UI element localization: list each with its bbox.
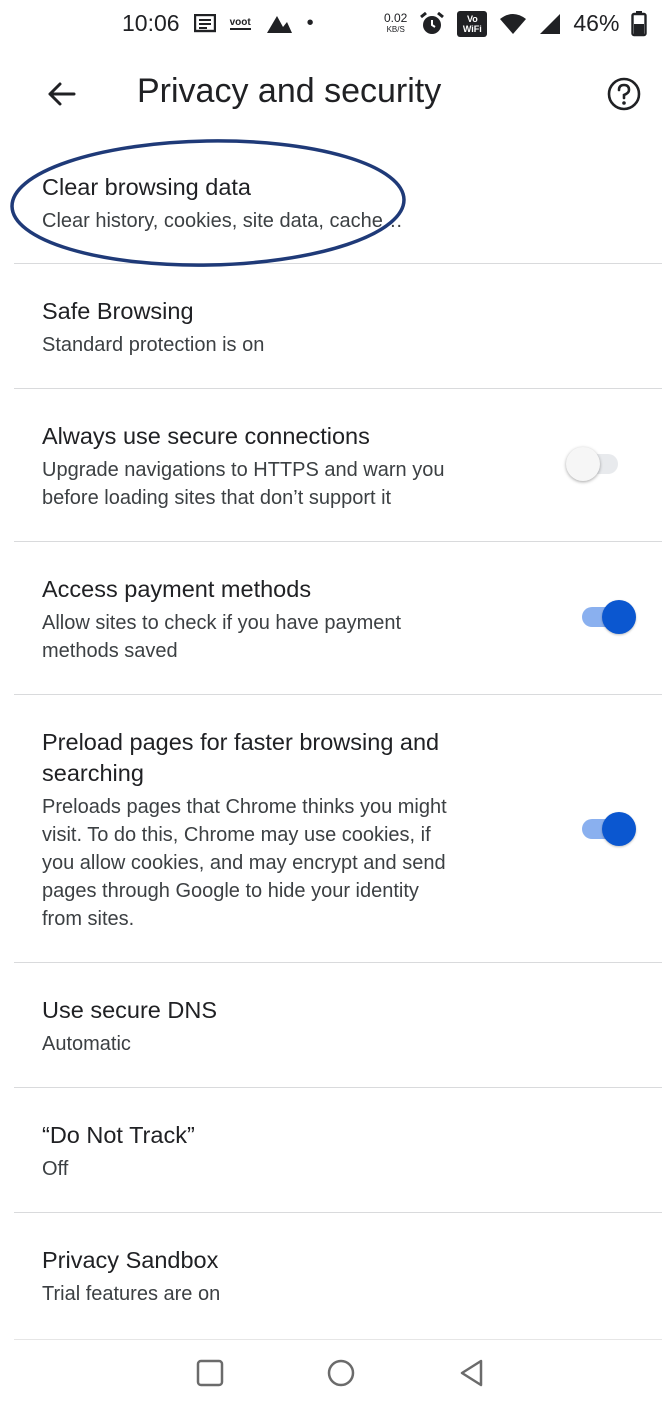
setting-title: Privacy Sandbox xyxy=(42,1247,219,1273)
divider xyxy=(14,1339,662,1340)
message-icon xyxy=(193,13,216,34)
payment-methods-toggle[interactable] xyxy=(580,596,636,636)
signal-icon xyxy=(539,13,561,35)
app-toolbar: Privacy and security xyxy=(0,56,662,132)
wifi-icon xyxy=(499,13,527,35)
network-speed-value: 0.02 xyxy=(384,10,408,25)
setting-safe-browsing[interactable]: Safe Browsing Standard protection is on xyxy=(0,264,662,387)
toggle-thumb xyxy=(602,812,636,846)
vowifi-icon: Vo WiFi xyxy=(457,10,488,37)
vowifi-top: Vo xyxy=(466,13,478,24)
network-speed: 0.02 KB/S xyxy=(384,10,408,35)
setting-title: Use secure DNS xyxy=(42,997,217,1023)
preload-pages-toggle[interactable] xyxy=(580,808,636,848)
battery-icon xyxy=(631,10,648,37)
setting-summary-line: before loading sites that don’t support … xyxy=(42,487,392,509)
secure-connections-toggle[interactable] xyxy=(566,443,622,483)
page-title: Privacy and security xyxy=(137,72,442,110)
setting-summary-line: Allow sites to check if you have payment xyxy=(42,612,402,634)
help-icon xyxy=(607,77,641,111)
voot-app-icon: voot xyxy=(229,16,251,30)
setting-access-payment-methods[interactable]: Access payment methods Allow sites to ch… xyxy=(0,542,662,693)
setting-summary-line: Preloads pages that Chrome thinks you mi… xyxy=(42,796,447,818)
airtel-logo-icon xyxy=(265,13,293,35)
circle-icon xyxy=(327,1359,355,1387)
system-nav-bar xyxy=(0,1344,662,1402)
setting-preload-pages[interactable]: Preload pages for faster browsing and se… xyxy=(0,695,662,961)
setting-summary-line: from sites. xyxy=(42,908,135,930)
alarm-icon xyxy=(419,11,445,36)
setting-title-line: searching xyxy=(42,760,144,786)
help-button[interactable] xyxy=(606,76,642,112)
recents-button[interactable] xyxy=(193,1356,227,1390)
triangle-back-icon xyxy=(460,1359,483,1387)
square-icon xyxy=(196,1359,224,1387)
setting-privacy-sandbox[interactable]: Privacy Sandbox Trial features are on xyxy=(0,1213,662,1336)
setting-always-use-secure-connections[interactable]: Always use secure connections Upgrade na… xyxy=(0,389,662,540)
setting-summary: Standard protection is on xyxy=(42,334,265,356)
setting-summary: Automatic xyxy=(42,1033,131,1055)
home-button[interactable] xyxy=(324,1356,358,1390)
setting-summary: Trial features are on xyxy=(42,1283,221,1305)
setting-title-line: Preload pages for faster browsing and xyxy=(42,729,440,755)
vowifi-bottom: WiFi xyxy=(462,23,482,34)
annotation-ellipse xyxy=(10,139,406,267)
status-time: 10:06 xyxy=(122,10,180,36)
setting-do-not-track[interactable]: “Do Not Track” Off xyxy=(0,1088,662,1211)
setting-title: Safe Browsing xyxy=(42,298,194,324)
battery-percent: 46% xyxy=(573,10,620,36)
toggle-thumb xyxy=(566,447,600,481)
notification-dot: • xyxy=(306,12,314,34)
setting-summary-line: pages through Google to hide your identi… xyxy=(42,880,419,902)
setting-title: “Do Not Track” xyxy=(42,1122,195,1148)
setting-use-secure-dns[interactable]: Use secure DNS Automatic xyxy=(0,963,662,1086)
setting-title: Always use secure connections xyxy=(42,423,370,449)
setting-summary-line: visit. To do this, Chrome may use cookie… xyxy=(42,824,431,846)
toggle-thumb xyxy=(602,600,636,634)
setting-summary-line: methods saved xyxy=(42,640,178,662)
setting-summary-line: Upgrade navigations to HTTPS and warn yo… xyxy=(42,459,445,481)
setting-title: Access payment methods xyxy=(42,576,312,602)
status-bar: 10:06 voot • 0.02 KB/S Vo WiFi 46% xyxy=(0,0,662,48)
back-arrow-icon xyxy=(48,82,76,106)
setting-summary-line: you allow cookies, and may encrypt and s… xyxy=(42,852,446,874)
back-button[interactable] xyxy=(40,74,84,114)
network-speed-unit: KB/S xyxy=(386,24,405,34)
setting-summary: Off xyxy=(42,1158,69,1180)
back-nav-button[interactable] xyxy=(454,1356,488,1390)
